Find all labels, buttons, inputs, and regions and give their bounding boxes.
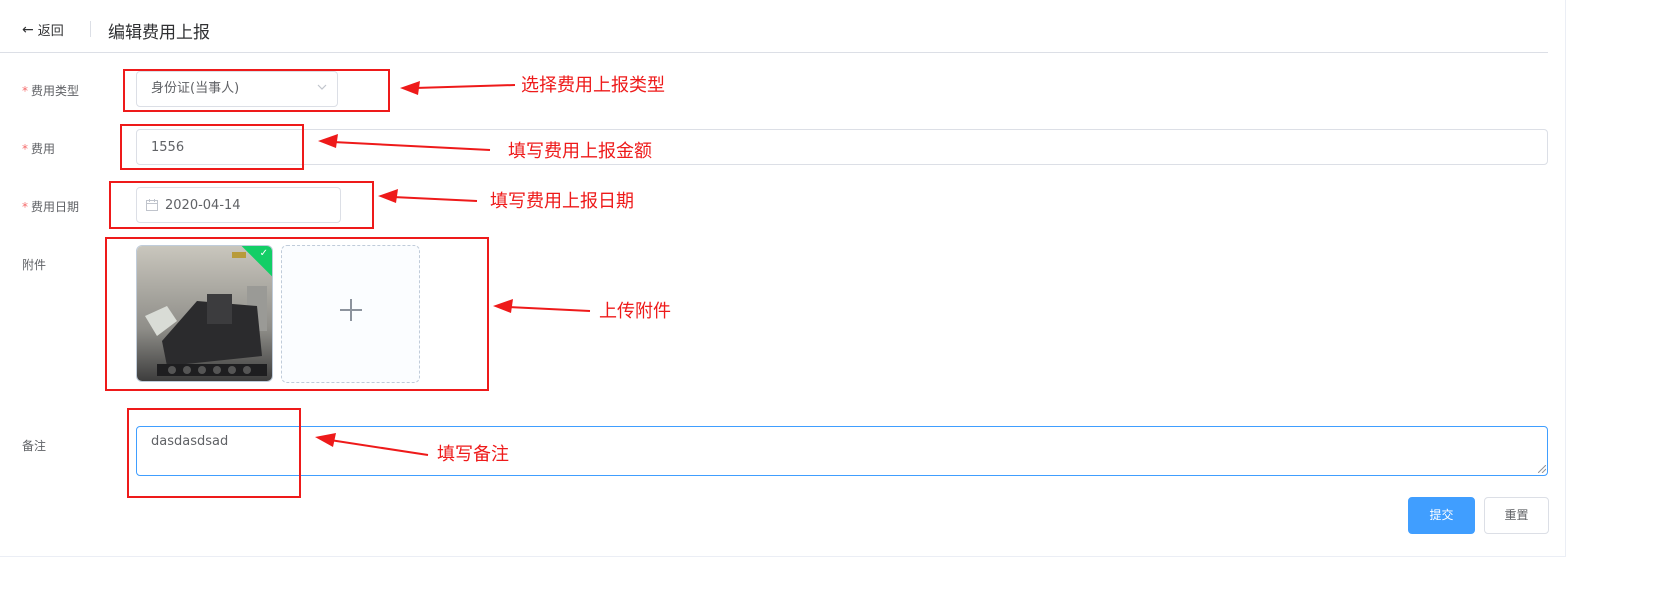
annotation-text-amount: 填写费用上报金额: [508, 141, 652, 162]
annotation-text-type: 选择费用上报类型: [521, 75, 665, 96]
annotation-arrows: [315, 81, 591, 456]
annotation-text-date: 填写费用上报日期: [490, 191, 634, 212]
annotation-text-remark: 填写备注: [437, 444, 509, 465]
annotation-text-attachment: 上传附件: [599, 301, 671, 322]
